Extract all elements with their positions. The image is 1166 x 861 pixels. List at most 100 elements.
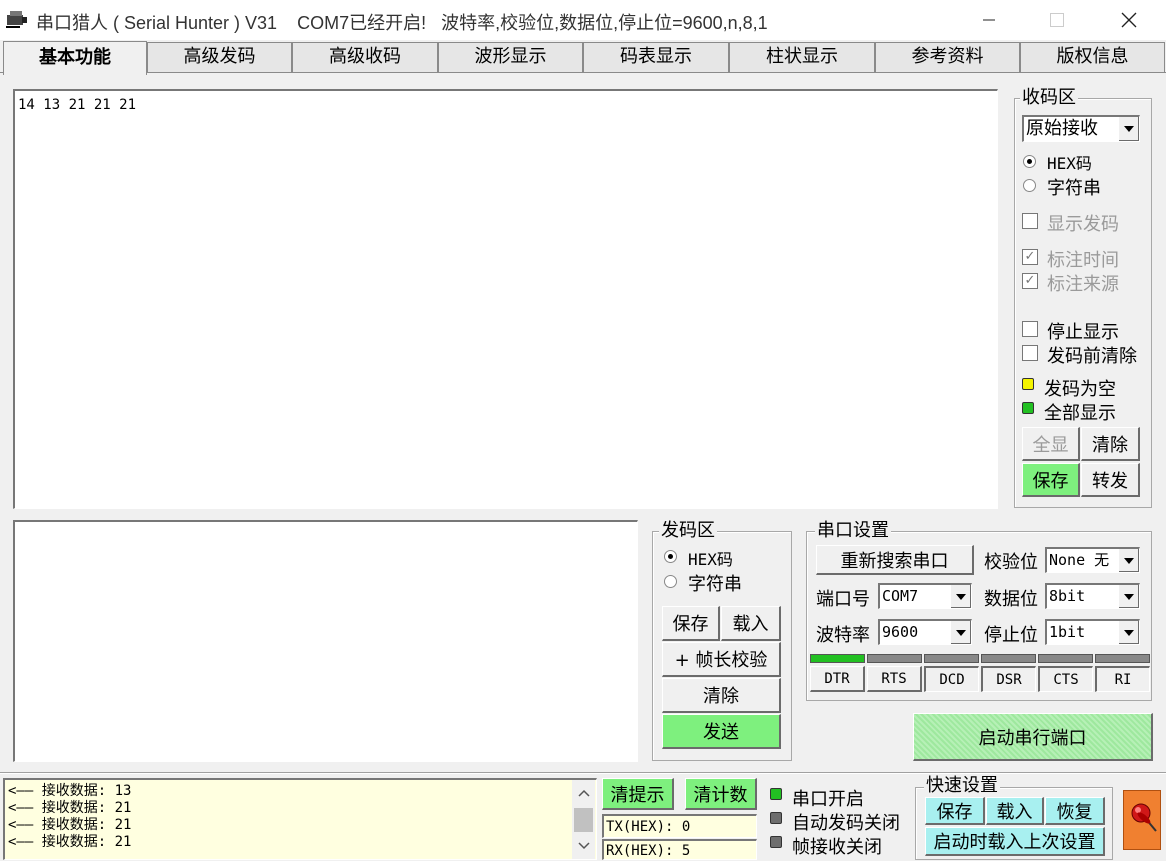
dcd-button[interactable]: DCD <box>924 666 979 692</box>
port-open-label: 串口开启 <box>792 789 864 810</box>
recv-clear-button[interactable]: 清除 <box>1081 427 1140 461</box>
log-line: <—— 接收数据: 21 <box>8 834 132 850</box>
port-select[interactable]: COM7 <box>878 583 972 609</box>
parity-select[interactable]: None 无 <box>1045 547 1140 573</box>
send-string-radio[interactable] <box>664 575 677 588</box>
rescan-ports-button[interactable]: 重新搜索串口 <box>816 545 974 575</box>
log-line: <—— 接收数据: 13 <box>8 783 132 799</box>
chevron-down-icon <box>950 585 971 608</box>
quick-restore-button[interactable]: 恢复 <box>1045 797 1105 825</box>
clear-tips-button[interactable]: 清提示 <box>602 778 674 810</box>
databits-label: 数据位 <box>984 589 1038 610</box>
show-all-label: 全部显示 <box>1044 403 1116 424</box>
rx-counter: RX(HEX): 5 <box>602 839 757 860</box>
auto-send-led <box>770 812 782 824</box>
send-textarea[interactable] <box>13 520 638 762</box>
maximize-icon <box>1050 13 1064 27</box>
send-button[interactable]: 发送 <box>662 714 781 749</box>
quick-load-button[interactable]: 载入 <box>986 797 1044 825</box>
rts-button[interactable]: RTS <box>867 666 922 692</box>
parity-label: 校验位 <box>984 552 1038 573</box>
scroll-up-icon[interactable] <box>578 789 590 797</box>
baud-value: 9600 <box>882 623 919 641</box>
parity-value: None 无 <box>1049 551 1110 569</box>
recv-save-button[interactable]: 保存 <box>1022 463 1080 497</box>
chevron-down-icon <box>1118 585 1139 608</box>
forward-button[interactable]: 转发 <box>1081 463 1140 497</box>
show-send-label: 显示发码 <box>1047 214 1119 235</box>
port-open-led <box>770 788 782 800</box>
dcd-indicator <box>924 654 979 663</box>
frame-recv-label: 帧接收关闭 <box>792 837 882 858</box>
send-load-button[interactable]: 载入 <box>721 606 781 641</box>
auto-send-label: 自动发码关闭 <box>792 813 900 834</box>
chevron-down-icon <box>1118 117 1139 141</box>
dtr-button[interactable]: DTR <box>810 666 865 692</box>
dsr-indicator <box>981 654 1036 663</box>
recv-string-radio[interactable] <box>1023 179 1036 192</box>
tx-counter: TX(HEX): 0 <box>602 814 757 838</box>
chevron-down-icon <box>1118 549 1139 572</box>
close-button[interactable] <box>1106 0 1152 40</box>
tab-advanced-send[interactable]: 高级发码 <box>147 42 292 72</box>
dsr-button[interactable]: DSR <box>981 666 1036 692</box>
send-save-button[interactable]: 保存 <box>662 606 720 641</box>
tab-copyright[interactable]: 版权信息 <box>1020 42 1165 72</box>
ri-button[interactable]: RI <box>1095 666 1150 692</box>
scroll-thumb[interactable] <box>574 808 593 832</box>
baud-label: 波特率 <box>816 625 870 646</box>
log-line: <—— 接收数据: 21 <box>8 800 132 816</box>
minimize-icon <box>983 19 995 21</box>
maximize-button[interactable] <box>1034 0 1080 40</box>
cts-indicator <box>1038 654 1093 663</box>
stopbits-label: 停止位 <box>984 625 1038 646</box>
window-title: 串口猎人 ( Serial Hunter ) V31 COM7已经开启! 波特率… <box>36 13 768 33</box>
mark-source-checkbox[interactable]: ✓ <box>1022 273 1038 289</box>
clear-count-button[interactable]: 清计数 <box>685 778 757 810</box>
send-string-label: 字符串 <box>688 574 742 595</box>
dtr-indicator <box>810 654 865 663</box>
show-all-button[interactable]: 全显 <box>1022 427 1080 461</box>
chevron-down-icon <box>950 621 971 644</box>
receive-mode-select[interactable]: 原始接收 <box>1022 115 1140 142</box>
tab-waveform[interactable]: 波形显示 <box>438 42 583 72</box>
tab-divider <box>0 72 1166 73</box>
tab-advanced-receive[interactable]: 高级收码 <box>292 42 438 72</box>
tab-bar-display[interactable]: 柱状显示 <box>729 42 875 72</box>
start-port-button[interactable]: 启动串行端口 <box>913 713 1153 761</box>
baud-select[interactable]: 9600 <box>878 619 972 645</box>
port-label: 端口号 <box>816 589 870 610</box>
pin-button[interactable] <box>1123 790 1161 850</box>
app-icon <box>6 9 28 29</box>
load-last-settings-button[interactable]: 启动时载入上次设置 <box>925 827 1105 856</box>
receive-textarea[interactable]: 14 13 21 21 21 <box>13 89 998 509</box>
frame-length-check-button[interactable]: + 帧长校验 <box>662 642 781 677</box>
mark-time-label: 标注时间 <box>1047 250 1119 271</box>
close-icon <box>1121 12 1137 28</box>
quick-save-button[interactable]: 保存 <box>925 797 985 825</box>
clear-before-send-checkbox[interactable] <box>1022 345 1038 361</box>
stop-display-checkbox[interactable] <box>1022 321 1038 337</box>
tab-code-table[interactable]: 码表显示 <box>583 42 729 72</box>
databits-value: 8bit <box>1049 587 1086 605</box>
pushpin-icon <box>1131 803 1157 832</box>
recv-hex-radio[interactable] <box>1023 155 1036 168</box>
recv-string-label: 字符串 <box>1047 178 1101 199</box>
mark-time-checkbox[interactable]: ✓ <box>1022 249 1038 265</box>
scroll-down-icon[interactable] <box>578 842 590 850</box>
send-clear-button[interactable]: 清除 <box>662 678 781 713</box>
stop-display-label: 停止显示 <box>1047 322 1119 343</box>
stopbits-value: 1bit <box>1049 623 1086 641</box>
stopbits-select[interactable]: 1bit <box>1045 619 1140 645</box>
tab-references[interactable]: 参考资料 <box>875 42 1020 72</box>
cts-button[interactable]: CTS <box>1038 666 1093 692</box>
send-hex-radio[interactable] <box>664 550 677 563</box>
send-panel-title: 发码区 <box>659 520 717 541</box>
log-scrollbar[interactable] <box>572 780 595 859</box>
log-line: <—— 接收数据: 21 <box>8 817 132 833</box>
tab-basic[interactable]: 基本功能 <box>3 41 147 75</box>
show-send-checkbox[interactable] <box>1022 213 1038 229</box>
minimize-button[interactable] <box>966 0 1012 40</box>
rts-indicator <box>867 654 922 663</box>
databits-select[interactable]: 8bit <box>1045 583 1140 609</box>
